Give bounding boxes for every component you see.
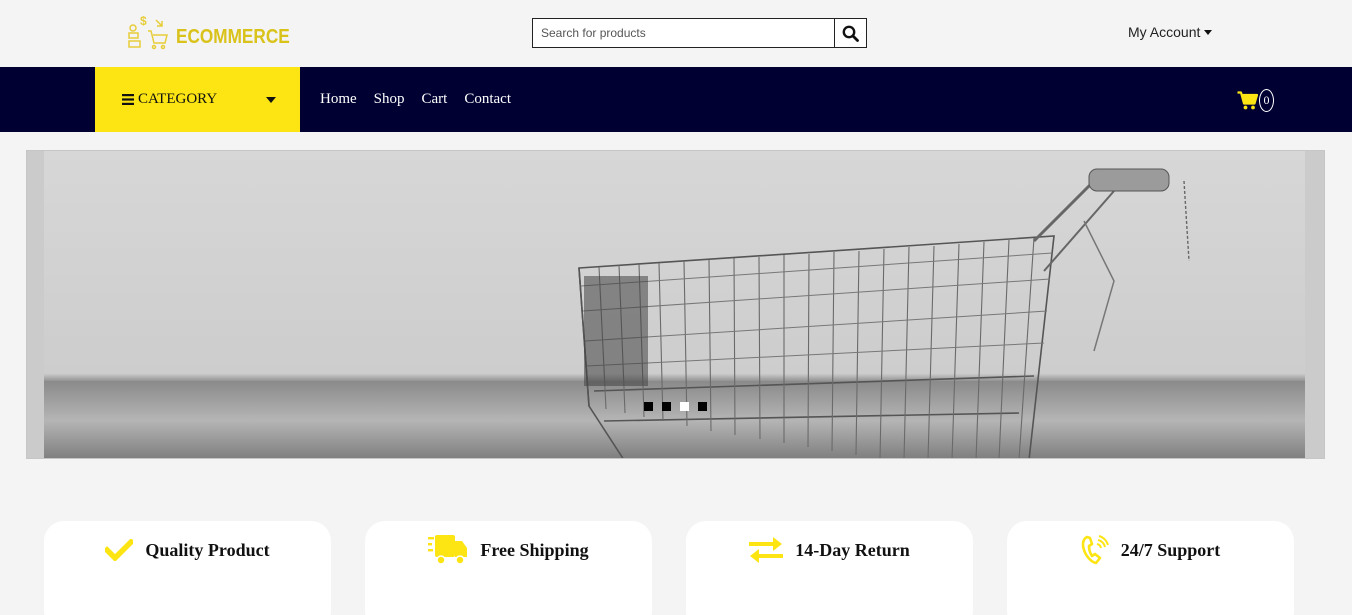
carousel-dot[interactable] [662, 402, 671, 411]
search-bar [532, 18, 867, 48]
phone-icon [1081, 535, 1109, 565]
category-label: CATEGORY [138, 91, 218, 107]
my-account-dropdown[interactable]: My Account [1128, 24, 1213, 40]
carousel-dot[interactable] [698, 402, 707, 411]
main-menu: Home Shop Cart Contact [320, 67, 528, 132]
search-icon [842, 25, 859, 42]
truck-icon [428, 535, 468, 565]
hamburger-icon [122, 94, 134, 105]
check-icon [105, 539, 134, 561]
logo-text: ECOMMERCE [176, 26, 290, 48]
menu-item-home[interactable]: Home [320, 91, 357, 108]
exchange-icon [749, 537, 784, 563]
hero-carousel[interactable] [26, 150, 1325, 459]
chevron-down-icon [266, 97, 276, 103]
carousel-indicators [644, 402, 716, 411]
cart-count-badge: 0 [1259, 89, 1274, 112]
cart-button[interactable]: 0 [1237, 89, 1274, 112]
carousel-dot[interactable] [644, 402, 653, 411]
navbar: CATEGORY Home Shop Cart Contact 0 [0, 67, 1352, 132]
feature-label: 14-Day Return [795, 539, 910, 560]
menu-item-contact[interactable]: Contact [464, 91, 511, 108]
menu-item-shop[interactable]: Shop [374, 91, 405, 108]
feature-card-support: 24/7 Support [1007, 521, 1294, 615]
category-dropdown[interactable]: CATEGORY [95, 67, 300, 132]
feature-card-shipping: Free Shipping [365, 521, 652, 615]
feature-card-quality: Quality Product [44, 521, 331, 615]
svg-text:$: $ [140, 14, 147, 28]
carousel-dot-active[interactable] [680, 402, 689, 411]
feature-label: Free Shipping [480, 539, 589, 560]
logo[interactable]: $ ECOMMERCE [126, 14, 308, 50]
hero-slide-image [44, 151, 1305, 458]
feature-label: 24/7 Support [1120, 539, 1221, 560]
feature-label: Quality Product [145, 539, 270, 560]
chevron-down-icon [1204, 29, 1213, 35]
header: $ ECOMMERCE My Account [0, 0, 1352, 67]
feature-card-return: 14-Day Return [686, 521, 973, 615]
logo-icon: $ [128, 14, 168, 50]
search-input[interactable] [532, 18, 834, 48]
menu-item-cart[interactable]: Cart [422, 91, 448, 108]
cart-icon [1237, 91, 1258, 110]
search-button[interactable] [834, 18, 867, 48]
shopping-cart-photo [44, 168, 1305, 458]
my-account-label: My Account [1128, 24, 1201, 40]
